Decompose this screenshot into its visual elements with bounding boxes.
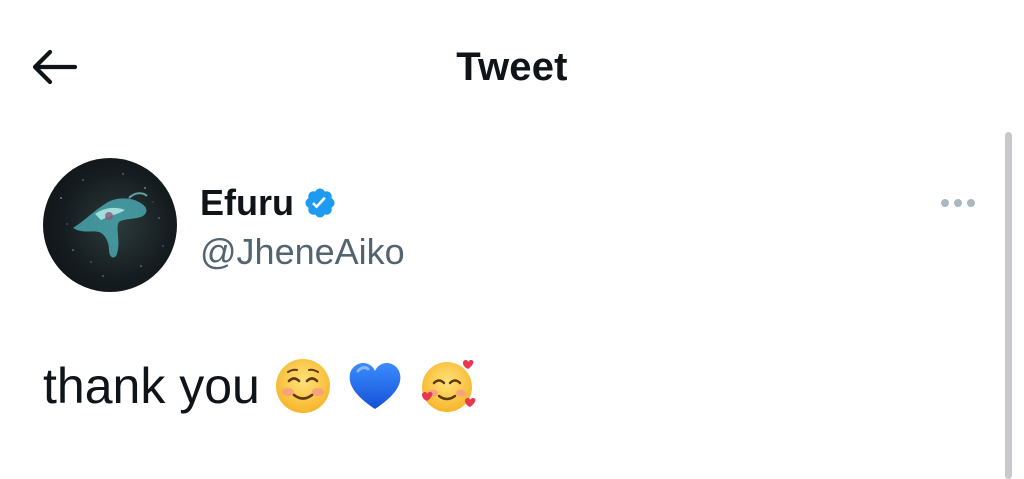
scrollbar[interactable]	[1005, 132, 1012, 479]
smiling-face-with-hearts-icon	[418, 356, 478, 416]
author-name-row[interactable]: Efuru	[200, 181, 337, 225]
tweet-body: thank you	[43, 356, 478, 416]
author-name: Efuru	[200, 182, 294, 223]
verified-badge-icon	[303, 186, 337, 220]
more-horizontal-icon	[941, 199, 949, 207]
avatar[interactable]	[43, 158, 177, 292]
more-options-button[interactable]	[932, 190, 984, 216]
blue-heart-icon	[346, 357, 404, 415]
author-handle[interactable]: @JheneAiko	[200, 230, 405, 274]
smiling-face-icon	[274, 357, 332, 415]
top-bar: Tweet	[0, 0, 1024, 140]
tweet-text: thank you	[43, 358, 260, 414]
tweet-detail-page: Tweet Efuru @JheneAiko thank you	[0, 0, 1024, 479]
page-title: Tweet	[456, 45, 568, 89]
